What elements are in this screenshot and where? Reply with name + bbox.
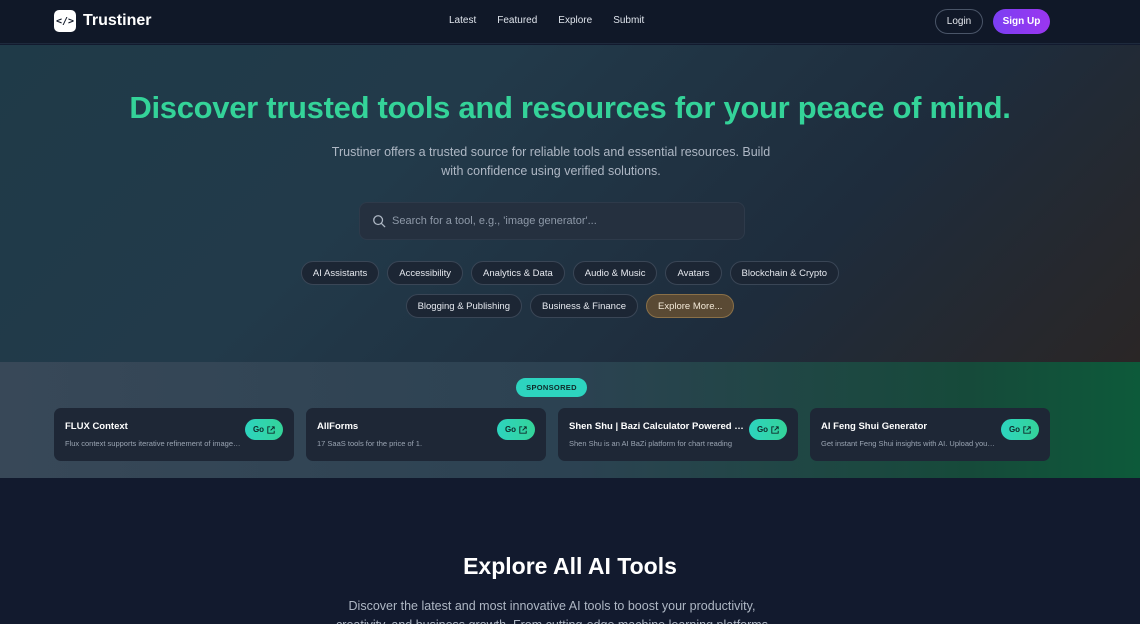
category-chip-business-finance[interactable]: Business & Finance	[530, 294, 638, 318]
nav-link-featured[interactable]: Featured	[497, 15, 537, 26]
category-chip-analytics-data[interactable]: Analytics & Data	[471, 261, 565, 285]
category-chips-row-2: Blogging & Publishing Business & Finance…	[0, 294, 1140, 318]
card-title: FLUX Context	[65, 421, 128, 432]
category-chip-accessibility[interactable]: Accessibility	[387, 261, 464, 285]
hero-subtitle: Trustiner offers a trusted source for re…	[331, 145, 771, 178]
top-navbar: </> Trustiner Latest Featured Explore Su…	[0, 0, 1140, 44]
category-chips-row-1: AI Assistants Accessibility Analytics & …	[0, 261, 1140, 285]
card-description: Get instant Feng Shui insights with AI. …	[821, 439, 997, 448]
sponsored-card[interactable]: AllForms 17 SaaS tools for the price of …	[306, 408, 546, 461]
category-chip-avatars[interactable]: Avatars	[665, 261, 722, 285]
brand-logo[interactable]: </> Trustiner	[54, 10, 151, 32]
search-bar	[359, 202, 745, 240]
nav-link-explore[interactable]: Explore	[558, 15, 592, 26]
hero-title: Discover trusted tools and resources for…	[129, 90, 1011, 125]
card-description: Shen Shu is an AI BaZi platform for char…	[569, 439, 733, 448]
nav-links: Latest Featured Explore Submit	[449, 15, 665, 26]
go-label: Go	[1008, 425, 1021, 434]
go-label: Go	[504, 425, 517, 434]
nav-link-latest[interactable]: Latest	[449, 15, 476, 26]
card-description: 17 SaaS tools for the price of 1.	[317, 439, 423, 448]
explore-title: Explore All AI Tools	[463, 553, 677, 579]
external-link-icon	[771, 425, 779, 434]
login-button[interactable]: Login	[935, 9, 983, 34]
card-title: Shen Shu | Bazi Calculator Powered by AI	[569, 421, 745, 432]
sponsored-card[interactable]: AI Feng Shui Generator Get instant Feng …	[810, 408, 1050, 461]
card-title: AI Feng Shui Generator	[821, 421, 928, 432]
external-link-icon	[267, 425, 275, 434]
code-brackets-icon: </>	[54, 10, 76, 32]
sponsored-card[interactable]: Shen Shu | Bazi Calculator Powered by AI…	[558, 408, 798, 461]
signup-button[interactable]: Sign Up	[993, 9, 1050, 34]
explore-subtitle: Discover the latest and most innovative …	[336, 599, 768, 624]
go-button[interactable]: Go	[245, 419, 283, 440]
category-chip-blockchain-crypto[interactable]: Blockchain & Crypto	[729, 261, 840, 285]
go-label: Go	[756, 425, 769, 434]
external-link-icon	[1023, 425, 1031, 434]
brand-name: Trustiner	[83, 12, 152, 29]
sponsored-badge: SPONSORED	[516, 378, 587, 397]
card-description: Flux context supports iterative refineme…	[65, 439, 241, 448]
go-label: Go	[252, 425, 265, 434]
go-button[interactable]: Go	[1001, 419, 1039, 440]
nav-link-submit[interactable]: Submit	[613, 15, 644, 26]
search-input[interactable]	[392, 203, 732, 239]
go-button[interactable]: Go	[497, 419, 535, 440]
sponsored-cards: FLUX Context Flux context supports itera…	[54, 408, 1062, 461]
external-link-icon	[519, 425, 527, 434]
hero-section: Discover trusted tools and resources for…	[0, 45, 1140, 362]
sponsored-section: SPONSORED FLUX Context Flux context supp…	[0, 362, 1140, 478]
category-chip-audio-music[interactable]: Audio & Music	[572, 261, 658, 285]
go-button[interactable]: Go	[749, 419, 787, 440]
category-chip-blogging-publishing[interactable]: Blogging & Publishing	[405, 294, 523, 318]
search-icon	[373, 215, 386, 228]
card-title: AllForms	[317, 421, 359, 432]
explore-more-button[interactable]: Explore More...	[645, 294, 735, 318]
category-chip-ai-assistants[interactable]: AI Assistants	[300, 261, 380, 285]
sponsored-card[interactable]: FLUX Context Flux context supports itera…	[54, 408, 294, 461]
